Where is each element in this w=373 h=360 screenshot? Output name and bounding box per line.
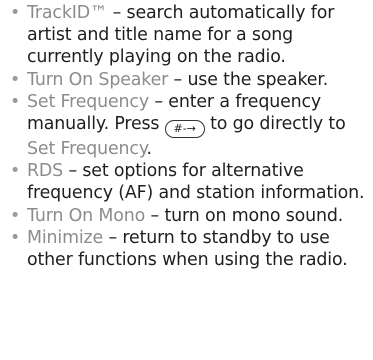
bullet: • (10, 227, 21, 248)
option-turn-on-speaker: • Turn On Speaker – use the speaker. (6, 69, 369, 91)
hash-key-icon: #-→ (164, 120, 205, 139)
radio-options-list: • TrackID™ – search automatically for ar… (6, 2, 369, 271)
radio-options-page: • TrackID™ – search automatically for ar… (0, 0, 373, 360)
option-term-trackid: TrackID™ (27, 3, 108, 23)
option-minimize: • Minimize – return to standby to use ot… (6, 227, 369, 271)
option-rds: • RDS – set options for alternative freq… (6, 160, 369, 204)
option-link-set-frequency: Set Frequency (27, 139, 147, 160)
option-term-rds: RDS (27, 161, 64, 182)
separator: – (107, 3, 127, 23)
option-term-set-frequency: Set Frequency (27, 91, 149, 112)
bullet: • (10, 205, 21, 226)
separator: – (168, 69, 188, 90)
period: . (146, 139, 153, 160)
separator: – (148, 91, 169, 112)
option-term-minimize: Minimize (27, 227, 104, 248)
bullet: • (10, 161, 21, 182)
option-desc-turn-on-speaker: use the speaker. (187, 69, 329, 90)
option-set-frequency: • Set Frequency – enter a frequency manu… (6, 91, 369, 160)
option-term-turn-on-mono: Turn On Mono (27, 205, 146, 226)
option-desc-turn-on-mono: turn on mono sound. (164, 205, 344, 226)
bullet: • (10, 91, 21, 112)
separator: – (145, 205, 165, 226)
bullet: • (10, 69, 21, 90)
separator: – (63, 161, 83, 182)
option-desc-set-frequency-part2: to go directly to (204, 114, 346, 135)
option-term-turn-on-speaker: Turn On Speaker (27, 69, 169, 90)
option-trackid: • TrackID™ – search automatically for ar… (6, 2, 369, 69)
bullet: • (10, 3, 21, 23)
separator: – (103, 227, 123, 248)
option-turn-on-mono: • Turn On Mono – turn on mono sound. (6, 205, 369, 227)
